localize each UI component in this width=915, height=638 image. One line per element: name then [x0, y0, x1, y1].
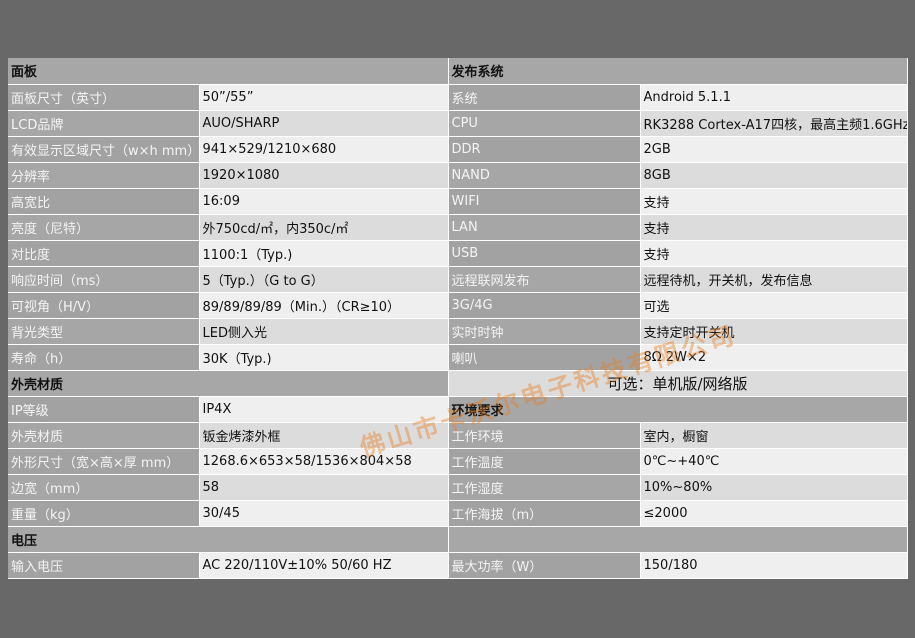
spec-label: 亮度（尼特）	[8, 214, 200, 241]
spec-label: 输入电压	[8, 552, 200, 579]
table-row: 输入电压 AC 220/110V±10% 50/60 HZ 最大功率（W） 150/1…	[8, 552, 908, 579]
spec-label: 工作湿度	[448, 474, 641, 501]
spec-label: CPU	[448, 110, 641, 137]
spec-label: 分辨率	[8, 162, 200, 189]
spec-value: 支持	[640, 240, 908, 267]
spec-label: DDR	[448, 136, 641, 163]
spec-value: Android 5.1.1	[640, 84, 908, 111]
spec-value: 外750cd/㎡，内350c/㎡	[199, 214, 449, 241]
spec-label: 边宽（mm）	[8, 474, 200, 501]
table-row: 对比度 1100:1（Typ.) USB 支持	[8, 240, 908, 267]
spec-value: 941×529/1210×680	[199, 136, 449, 163]
note-cell: 可选：单机版/网络版	[448, 370, 908, 397]
spec-value: 8GB	[640, 162, 908, 189]
spec-value: 10%~80%	[640, 474, 908, 501]
table-row: 亮度（尼特） 外750cd/㎡，内350c/㎡ LAN 支持	[8, 214, 908, 241]
spec-label: 最大功率（W）	[448, 552, 641, 579]
spec-value: 16:09	[199, 188, 449, 215]
spec-value: 30/45	[199, 500, 449, 527]
table-row: 有效显示区域尺寸（w×h mm） 941×529/1210×680 DDR 2GB	[8, 136, 908, 163]
table-row: 分辨率 1920×1080 NAND 8GB	[8, 162, 908, 189]
spec-value: RK3288 Cortex-A17四核，最高主频1.6GHz	[640, 110, 908, 137]
spec-value: 1920×1080	[199, 162, 449, 189]
spec-value: IP4X	[199, 396, 449, 423]
spec-value: 0℃~+40℃	[640, 448, 908, 475]
table-row: 面板 发布系统	[8, 58, 908, 85]
spec-value: 支持	[640, 188, 908, 215]
spec-value: AC 220/110V±10% 50/60 HZ	[199, 552, 449, 579]
spec-value: 58	[199, 474, 449, 501]
spec-value: 5（Typ.）（G to G）	[199, 266, 449, 293]
section-header: 外壳材质	[8, 370, 449, 397]
spec-value: 1268.6×653×58/1536×804×58	[199, 448, 449, 475]
spec-label: 背光类型	[8, 318, 200, 345]
spec-value: 室内，橱窗	[640, 422, 908, 449]
spec-label: 面板尺寸（英寸）	[8, 84, 200, 111]
spec-value: 30K（Typ.)	[199, 344, 449, 371]
spec-label: 外壳材质	[8, 422, 200, 449]
spec-label: 重量（kg）	[8, 500, 200, 527]
spec-label: 远程联网发布	[448, 266, 641, 293]
spec-value: 支持	[640, 214, 908, 241]
section-header: 环境要求	[448, 396, 908, 423]
table-row: 寿命（h） 30K（Typ.) 喇叭 8Ω 2W×2	[8, 344, 908, 371]
table-row: LCD品牌 AUO/SHARP CPU RK3288 Cortex-A17四核，最高主…	[8, 110, 908, 137]
table-row: 边宽（mm） 58 工作湿度 10%~80%	[8, 474, 908, 501]
spec-value: ≤2000	[640, 500, 908, 527]
spec-value: 1100:1（Typ.)	[199, 240, 449, 267]
spec-value: 钣金烤漆外框	[199, 422, 449, 449]
spec-value: 远程待机，开关机，发布信息	[640, 266, 908, 293]
table-row: 响应时间（ms） 5（Typ.）（G to G） 远程联网发布 远程待机，开关机，发布…	[8, 266, 908, 293]
table-row: 高宽比 16:09 WIFI 支持	[8, 188, 908, 215]
spec-label: 响应时间（ms）	[8, 266, 200, 293]
section-header: 面板	[8, 58, 449, 85]
table-row: 背光类型 LED侧入光 实时时钟 支持定时开关机	[8, 318, 908, 345]
blank-cell	[448, 526, 908, 553]
spec-table: 面板 发布系统 面板尺寸（英寸） 50”/55” 系统 Android 5.1.1 LCD品…	[8, 58, 908, 579]
table-row: 电压	[8, 526, 908, 553]
spec-value: 150/180	[640, 552, 908, 579]
spec-label: 可视角（H/V）	[8, 292, 200, 319]
spec-label: 对比度	[8, 240, 200, 267]
spec-value: LED侧入光	[199, 318, 449, 345]
spec-label: 实时时钟	[448, 318, 641, 345]
spec-label: 3G/4G	[448, 292, 641, 319]
spec-label: LAN	[448, 214, 641, 241]
spec-label: 工作环境	[448, 422, 641, 449]
spec-label: IP等级	[8, 396, 200, 423]
spec-value: 2GB	[640, 136, 908, 163]
table-row: 面板尺寸（英寸） 50”/55” 系统 Android 5.1.1	[8, 84, 908, 111]
spec-label: 系统	[448, 84, 641, 111]
spec-label: 外形尺寸（宽×高×厚 mm）	[8, 448, 200, 475]
spec-label: 高宽比	[8, 188, 200, 215]
table-row: IP等级 IP4X 环境要求	[8, 396, 908, 423]
spec-value: 8Ω 2W×2	[640, 344, 908, 371]
section-header: 电压	[8, 526, 449, 553]
spec-label: NAND	[448, 162, 641, 189]
section-header: 发布系统	[448, 58, 908, 85]
spec-value: 50”/55”	[199, 84, 449, 111]
spec-label: WIFI	[448, 188, 641, 215]
spec-label: 有效显示区域尺寸（w×h mm）	[8, 136, 200, 163]
spec-label: 寿命（h）	[8, 344, 200, 371]
table-row: 重量（kg） 30/45 工作海拔（m） ≤2000	[8, 500, 908, 527]
spec-value: 可选	[640, 292, 908, 319]
spec-label: LCD品牌	[8, 110, 200, 137]
spec-value: 支持定时开关机	[640, 318, 908, 345]
spec-label: USB	[448, 240, 641, 267]
spec-label: 工作海拔（m）	[448, 500, 641, 527]
table-row: 可视角（H/V） 89/89/89/89（Min.）（CR≥10） 3G/4G 可选	[8, 292, 908, 319]
table-row: 外壳材质 可选：单机版/网络版	[8, 370, 908, 397]
spec-label: 工作温度	[448, 448, 641, 475]
spec-value: 89/89/89/89（Min.）（CR≥10）	[199, 292, 449, 319]
table-row: 外壳材质 钣金烤漆外框 工作环境 室内，橱窗	[8, 422, 908, 449]
spec-label: 喇叭	[448, 344, 641, 371]
table-row: 外形尺寸（宽×高×厚 mm） 1268.6×653×58/1536×804×58 工…	[8, 448, 908, 475]
spec-value: AUO/SHARP	[199, 110, 449, 137]
